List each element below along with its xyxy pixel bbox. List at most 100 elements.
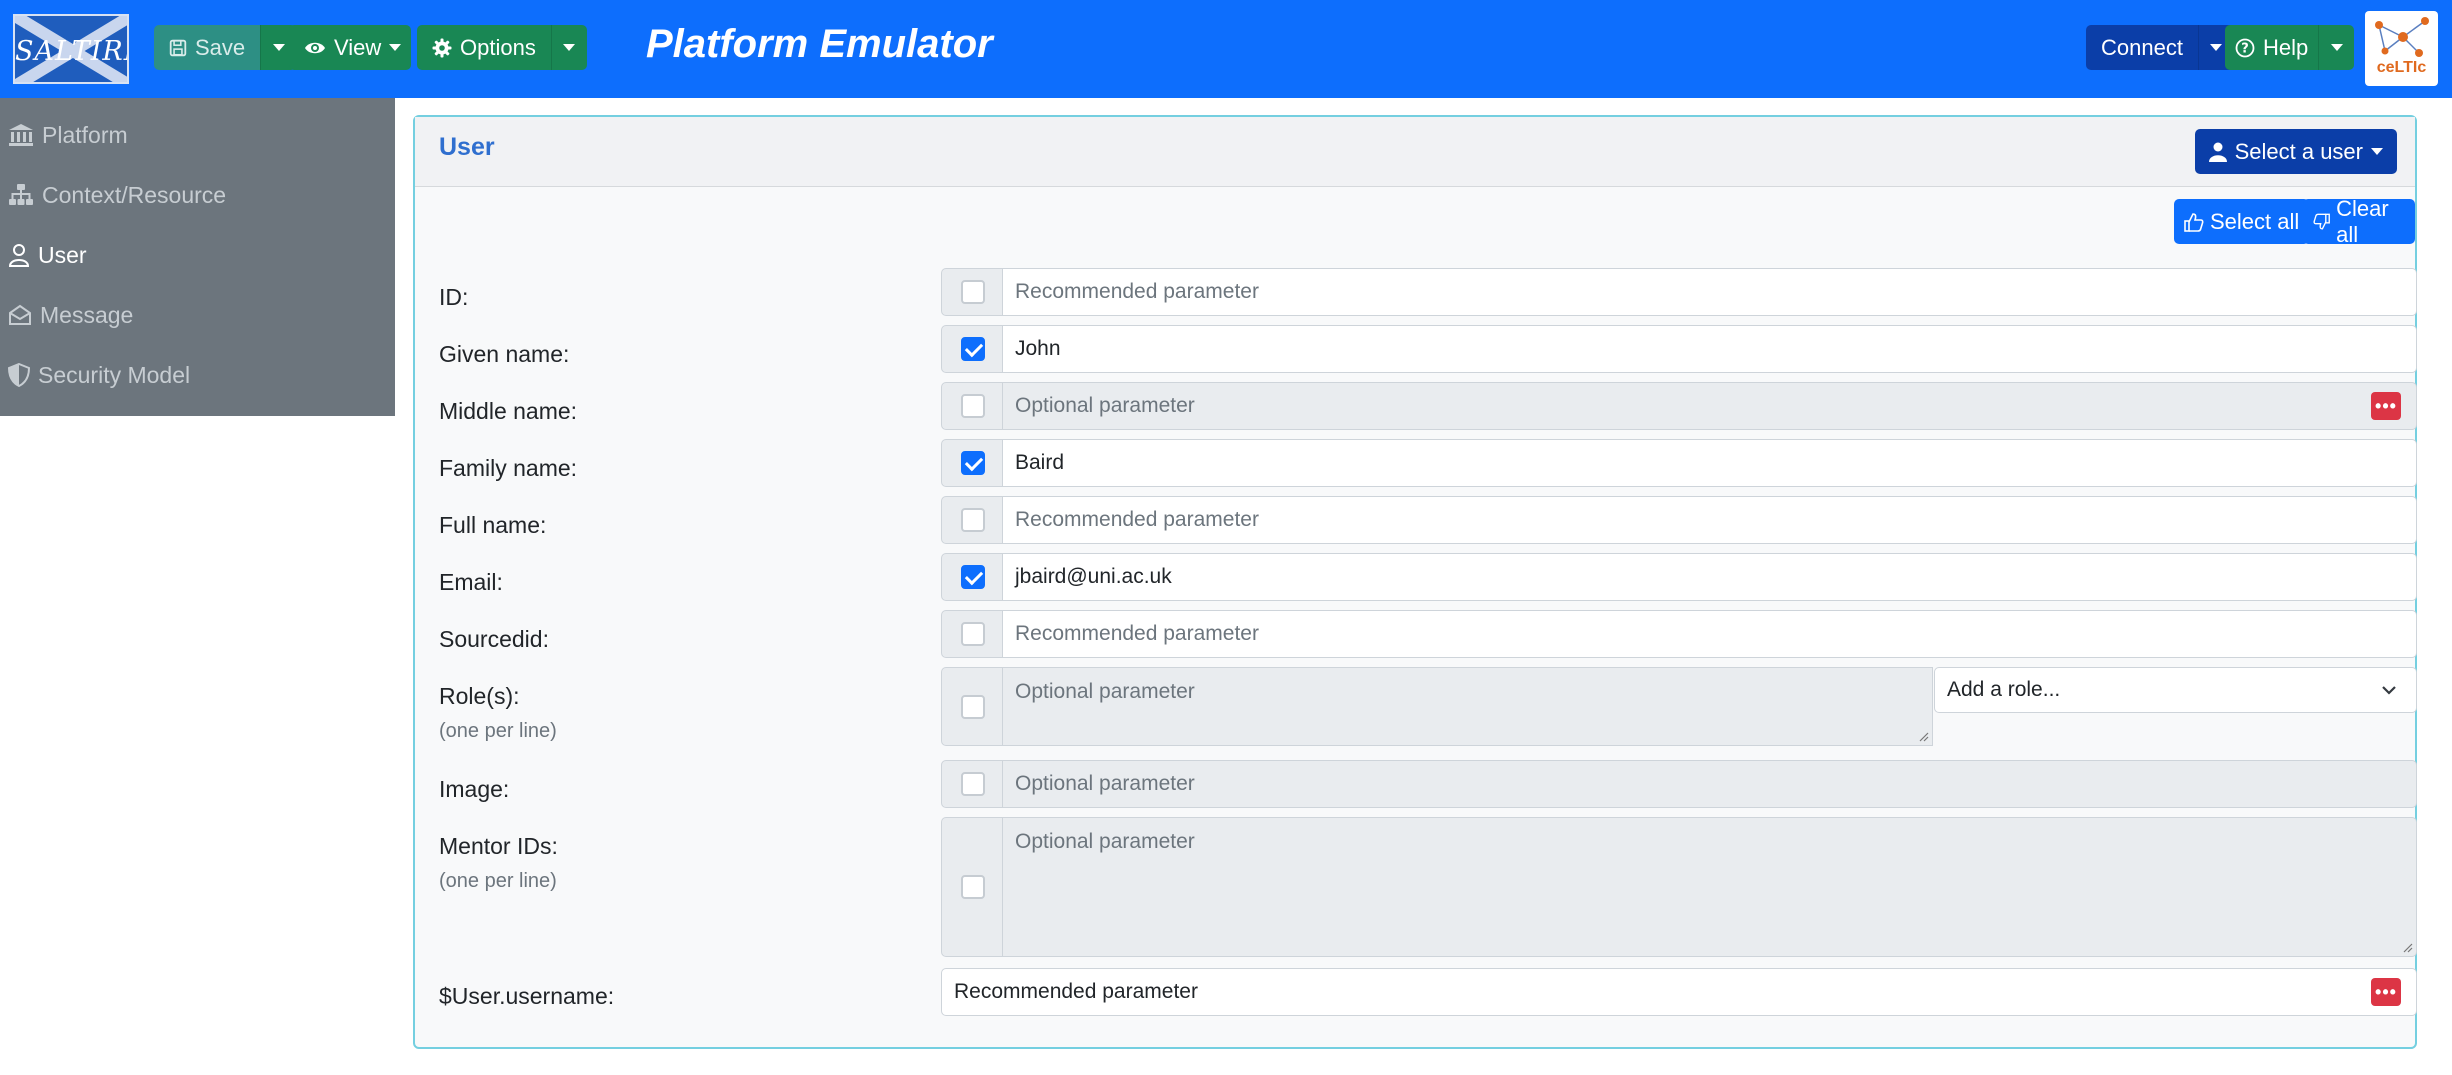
caret-down-icon — [2371, 148, 2383, 155]
options-dropdown-toggle[interactable] — [550, 25, 587, 70]
username-more-button[interactable]: ••• — [2371, 978, 2401, 1006]
help-dropdown-toggle[interactable] — [2318, 25, 2355, 70]
email-checkbox-cell — [941, 553, 1003, 601]
mentor-ids-checkbox-cell — [941, 817, 1003, 957]
family-name-checkbox-cell — [941, 439, 1003, 487]
connect-button[interactable]: Connect — [2086, 25, 2198, 70]
caret-down-icon — [272, 44, 285, 51]
floppy-disk-icon — [169, 39, 187, 56]
save-button-group: Save — [154, 25, 297, 70]
image-placeholder: Optional parameter — [1015, 772, 1195, 795]
thumbs-up-icon — [2184, 212, 2204, 232]
roles-label: Role(s): — [439, 683, 520, 709]
email-value: jbaird@uni.ac.uk — [1015, 565, 1172, 588]
given-name-value: John — [1015, 337, 1061, 360]
id-checkbox-cell — [941, 268, 1003, 316]
roles-textarea[interactable]: Optional parameter — [1002, 667, 1933, 746]
save-button[interactable]: Save — [154, 25, 261, 70]
full-name-input[interactable]: Recommended parameter — [1002, 496, 2417, 544]
sourcedid-input[interactable]: Recommended parameter — [1002, 610, 2417, 658]
select-all-label: Select all — [2210, 208, 2300, 234]
middle-name-checkbox[interactable] — [961, 394, 985, 418]
sidebar-item-platform[interactable]: Platform — [8, 115, 128, 155]
roles-checkbox[interactable] — [961, 695, 985, 719]
gear-icon — [432, 38, 452, 57]
app-title: Platform Emulator — [646, 22, 993, 66]
sidebar-item-label: Context/Resource — [42, 181, 227, 208]
id-input[interactable]: Recommended parameter — [1002, 268, 2417, 316]
mentor-ids-textarea[interactable]: Optional parameter — [1002, 817, 2417, 957]
sidebar-item-label: User — [38, 241, 87, 268]
person-fill-icon — [2208, 142, 2227, 162]
sourcedid-label: Sourcedid: — [439, 626, 549, 652]
options-button[interactable]: Options — [417, 25, 551, 70]
options-button-group: Options — [417, 25, 587, 70]
middle-name-input[interactable]: Optional parameter ••• — [1002, 382, 2417, 430]
help-button-group: ? Help — [2225, 25, 2355, 70]
family-name-checkbox[interactable] — [961, 451, 985, 475]
caret-down-icon — [563, 44, 576, 51]
middle-name-label: Middle name: — [439, 398, 578, 424]
sidebar-item-label: Platform — [42, 121, 128, 148]
email-label: Email: — [439, 569, 503, 595]
sidebar-item-label: Security Model — [38, 361, 191, 388]
sidebar-item-label: Message — [40, 301, 134, 328]
select-all-button[interactable]: Select all — [2174, 199, 2310, 244]
saltire-logo[interactable]: SALTIRE — [13, 14, 129, 84]
family-name-value: Baird — [1015, 451, 1065, 474]
username-input[interactable]: Recommended parameter ••• — [941, 968, 2417, 1016]
family-name-input[interactable]: Baird — [1002, 439, 2417, 487]
id-checkbox[interactable] — [961, 280, 985, 304]
username-placeholder: Recommended parameter — [954, 980, 1198, 1003]
given-name-checkbox[interactable] — [961, 337, 985, 361]
email-input[interactable]: jbaird@uni.ac.uk — [1002, 553, 2417, 601]
sidebar-item-context-resource[interactable]: Context/Resource — [8, 175, 226, 215]
card-title: User — [439, 133, 495, 161]
question-circle-icon: ? — [2235, 38, 2255, 57]
middle-name-more-button[interactable]: ••• — [2371, 392, 2401, 420]
resize-grip-icon[interactable] — [1919, 732, 1929, 742]
mentor-ids-placeholder: Optional parameter — [1015, 830, 1195, 853]
person-icon — [8, 244, 30, 267]
sidebar: Platform Context/Resource User Message S… — [0, 98, 395, 416]
mentor-ids-checkbox[interactable] — [961, 875, 985, 899]
username-label: $User.username: — [439, 983, 615, 1009]
user-card: User Select a user Select all Clear all … — [413, 115, 2417, 1049]
given-name-checkbox-cell — [941, 325, 1003, 373]
image-checkbox[interactable] — [961, 772, 985, 796]
sitemap-icon — [9, 184, 33, 205]
given-name-input[interactable]: John — [1002, 325, 2417, 373]
email-checkbox[interactable] — [961, 565, 985, 589]
middle-name-placeholder: Optional parameter — [1015, 394, 1195, 417]
id-label: ID: — [439, 284, 469, 310]
resize-grip-icon[interactable] — [2403, 943, 2413, 953]
mentor-ids-hint: (one per line) — [439, 870, 557, 892]
connect-button-group: Connect — [2086, 25, 2234, 70]
help-button[interactable]: ? Help — [2225, 25, 2319, 70]
image-input[interactable]: Optional parameter — [1002, 760, 2417, 808]
sidebar-item-user[interactable]: User — [8, 235, 87, 275]
roles-checkbox-cell — [941, 667, 1003, 746]
select-user-button[interactable]: Select a user — [2194, 129, 2397, 174]
celtic-logo[interactable]: ceLTIc — [2365, 11, 2438, 86]
full-name-checkbox[interactable] — [961, 508, 985, 532]
connect-button-label: Connect — [2101, 34, 2183, 60]
view-button[interactable]: View — [289, 25, 412, 70]
options-button-label: Options — [460, 34, 536, 60]
chevron-down-icon — [2382, 686, 2396, 695]
envelope-open-icon — [9, 304, 31, 325]
svg-text:?: ? — [2241, 41, 2249, 56]
roles-placeholder: Optional parameter — [1015, 680, 1195, 703]
sidebar-item-message[interactable]: Message — [8, 295, 133, 335]
eye-icon — [305, 42, 325, 53]
sourcedid-checkbox[interactable] — [961, 622, 985, 646]
clear-all-button[interactable]: Clear all — [2303, 196, 2415, 247]
family-name-label: Family name: — [439, 455, 578, 481]
add-role-select[interactable]: Add a role... — [1934, 667, 2417, 713]
caret-down-icon — [2330, 44, 2343, 51]
shield-icon — [8, 363, 30, 387]
image-label: Image: — [439, 776, 510, 802]
sidebar-item-security-model[interactable]: Security Model — [8, 355, 190, 395]
id-placeholder: Recommended parameter — [1015, 280, 1259, 303]
card-header: User Select a user — [415, 117, 2415, 187]
